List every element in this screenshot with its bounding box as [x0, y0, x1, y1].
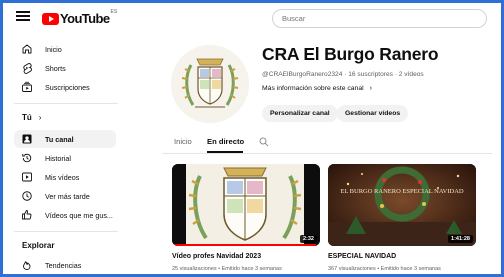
- my-videos-icon: [20, 170, 34, 184]
- hamburger-menu-button[interactable]: [16, 11, 30, 21]
- section-title: Tú: [22, 113, 32, 122]
- video-title[interactable]: Vídeo profes Navidad 2023: [172, 253, 261, 260]
- watch-progress-bar: [172, 244, 316, 246]
- menu-line: [16, 15, 30, 17]
- youtube-play-icon: [42, 12, 59, 25]
- watch-later-icon: [20, 189, 34, 203]
- menu-line: [16, 11, 30, 13]
- tab-live[interactable]: En directo: [207, 137, 244, 146]
- channel-more-info-link[interactable]: Más información sobre este canal ›: [262, 85, 372, 92]
- customize-channel-button[interactable]: Personalizar canal: [262, 105, 338, 122]
- tabs-divider: [162, 153, 492, 154]
- home-icon: [20, 42, 34, 56]
- liked-videos-icon: [20, 208, 34, 222]
- your-channel-icon: [20, 132, 34, 146]
- you-section-header[interactable]: Tú ›: [22, 113, 41, 122]
- region-code: ES: [110, 9, 118, 15]
- sidebar-item-watch-later[interactable]: Ver más tarde: [14, 187, 116, 205]
- sidebar-divider: [14, 231, 118, 232]
- chevron-right-icon: ›: [38, 113, 42, 122]
- sidebar-divider: [14, 103, 118, 104]
- video-thumbnail-art: [172, 164, 320, 246]
- logo-text: YouTube: [60, 11, 110, 26]
- tab-home[interactable]: Inicio: [174, 137, 192, 146]
- history-icon: [20, 151, 34, 165]
- video-meta: 25 visualizaciones • Emitido hace 3 sema…: [172, 266, 282, 272]
- menu-line: [16, 19, 30, 21]
- video-duration: 1:41:28: [448, 235, 473, 243]
- subscriptions-icon: [20, 80, 34, 94]
- sidebar-item-label: Mis vídeos: [45, 172, 80, 182]
- channel-title: CRA El Burgo Ranero: [262, 44, 439, 64]
- manage-videos-button[interactable]: Gestionar vídeos: [337, 105, 409, 122]
- sidebar-item-history[interactable]: Historial: [14, 149, 116, 167]
- sidebar-item-shorts[interactable]: Shorts: [14, 59, 116, 77]
- sidebar-item-home[interactable]: Inicio: [14, 40, 116, 58]
- section-title: Explorar: [22, 241, 55, 250]
- sidebar-item-liked-videos[interactable]: Vídeos que me gus...: [14, 206, 116, 224]
- sidebar-item-label: Inicio: [45, 44, 62, 54]
- shorts-icon: [20, 61, 34, 75]
- channel-avatar[interactable]: [171, 45, 249, 123]
- video-thumbnail[interactable]: EL BURGO RANERO ESPECIAL NAVIDAD 1:41:28: [328, 164, 476, 246]
- video-title[interactable]: ESPECIAL NAVIDAD: [328, 253, 396, 260]
- sidebar-item-my-videos[interactable]: Mis vídeos: [14, 168, 116, 186]
- channel-meta: @CRAElBurgoRanero2324 · 16 suscriptores …: [262, 71, 424, 78]
- sidebar-item-trending[interactable]: Tendencias: [14, 256, 116, 274]
- channel-search-icon[interactable]: [258, 135, 270, 147]
- chevron-right-icon: ›: [369, 85, 372, 92]
- sidebar-item-your-channel[interactable]: Tu canal: [14, 130, 116, 148]
- explore-section-header: Explorar: [22, 241, 54, 250]
- sidebar-item-label: Tu canal: [45, 134, 74, 144]
- sidebar-item-label: Ver más tarde: [45, 191, 90, 201]
- video-duration: 2:32: [299, 235, 317, 243]
- sidebar-item-subscriptions[interactable]: Suscripciones: [14, 78, 116, 96]
- sidebar-item-label: Vídeos que me gus...: [45, 210, 113, 220]
- video-meta: 367 visualizaciones • Emitido hace 3 sem…: [328, 266, 441, 272]
- search-input[interactable]: [272, 9, 487, 28]
- sidebar-item-label: Historial: [45, 153, 71, 163]
- more-info-label: Más información sobre este canal: [262, 85, 364, 92]
- thumbnail-overlay-text: EL BURGO RANERO ESPECIAL NAVIDAD: [340, 188, 464, 195]
- trending-icon: [20, 258, 34, 272]
- youtube-logo[interactable]: YouTube ES: [42, 9, 118, 26]
- video-thumbnail[interactable]: 2:32: [172, 164, 320, 246]
- video-thumbnail-art: EL BURGO RANERO ESPECIAL NAVIDAD: [328, 164, 476, 246]
- sidebar-item-label: Tendencias: [45, 260, 82, 270]
- sidebar-item-label: Suscripciones: [45, 82, 90, 92]
- sidebar-item-label: Shorts: [45, 63, 66, 73]
